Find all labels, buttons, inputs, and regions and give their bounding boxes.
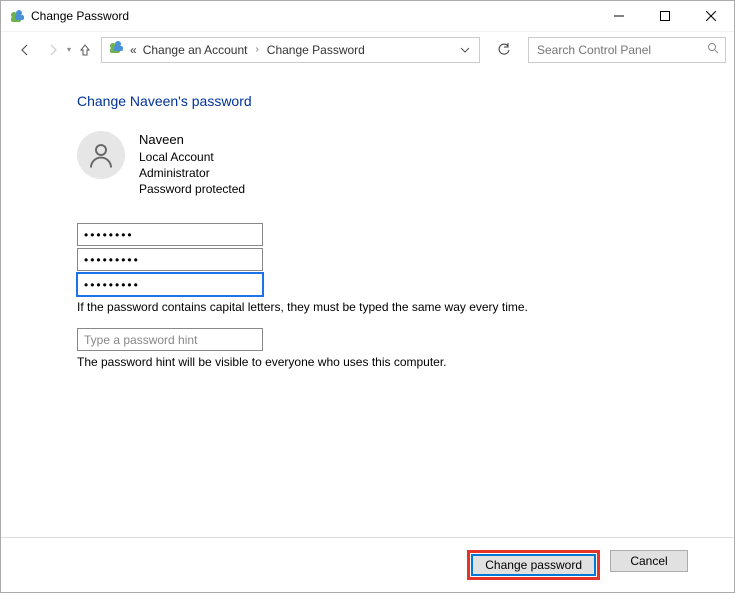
recent-locations-button[interactable]: ▾ [67, 45, 71, 54]
breadcrumb-item[interactable]: Change Password [267, 43, 365, 57]
breadcrumb-item[interactable]: Change an Account [143, 43, 248, 57]
close-button[interactable] [688, 1, 734, 31]
highlight-box: Change password [467, 550, 600, 580]
user-accounts-icon [9, 8, 25, 24]
user-summary: Naveen Local Account Administrator Passw… [77, 131, 734, 197]
forward-button[interactable] [41, 38, 65, 62]
change-password-button[interactable]: Change password [471, 554, 596, 576]
minimize-button[interactable] [596, 1, 642, 31]
cancel-button[interactable]: Cancel [610, 550, 688, 572]
user-role: Administrator [139, 165, 245, 181]
window-title: Change Password [31, 9, 596, 23]
search-input[interactable] [535, 42, 707, 58]
search-icon [707, 41, 719, 59]
current-password-input[interactable] [77, 223, 263, 246]
chevron-right-icon: › [253, 44, 260, 55]
user-account-type: Local Account [139, 149, 245, 165]
avatar [77, 131, 125, 179]
refresh-button[interactable] [490, 37, 518, 63]
back-button[interactable] [13, 38, 37, 62]
page-heading: Change Naveen's password [77, 93, 734, 109]
password-hint-input[interactable] [77, 328, 263, 351]
toolbar: ▾ « Change an Account › Change Password [1, 31, 734, 67]
breadcrumb-prefix: « [130, 43, 137, 57]
user-accounts-icon [108, 39, 124, 60]
caps-note: If the password contains capital letters… [77, 300, 734, 314]
address-dropdown-button[interactable] [457, 45, 473, 55]
confirm-password-input[interactable] [77, 273, 263, 296]
title-bar: Change Password [1, 1, 734, 31]
address-bar[interactable]: « Change an Account › Change Password [101, 37, 480, 63]
footer: Change password Cancel [1, 537, 734, 592]
user-password-status: Password protected [139, 181, 245, 197]
up-button[interactable] [73, 38, 97, 62]
maximize-button[interactable] [642, 1, 688, 31]
user-name: Naveen [139, 131, 245, 149]
hint-note: The password hint will be visible to eve… [77, 355, 734, 369]
search-box[interactable] [528, 37, 726, 63]
content-area: Change Naveen's password Naveen Local Ac… [1, 67, 734, 537]
new-password-input[interactable] [77, 248, 263, 271]
